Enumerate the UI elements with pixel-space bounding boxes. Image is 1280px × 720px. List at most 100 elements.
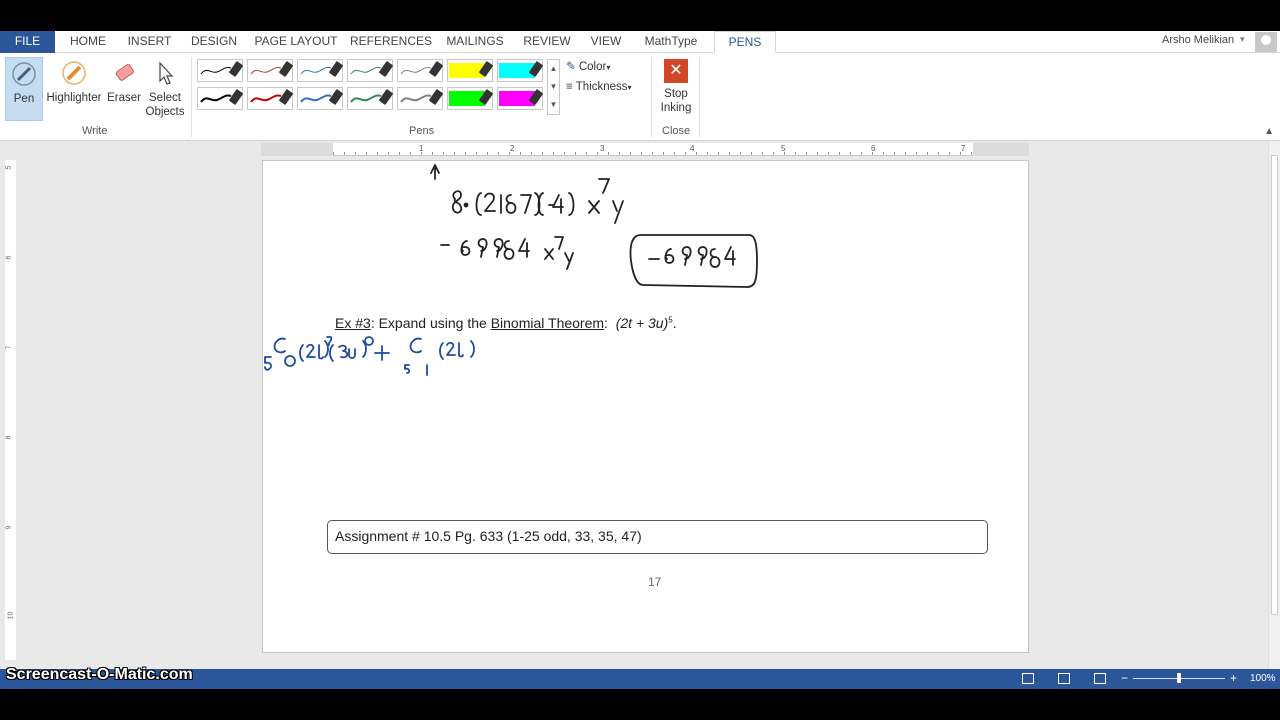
ruler-tick	[586, 152, 587, 155]
pen-swatch[interactable]	[247, 59, 294, 82]
binomial-theorem-link[interactable]: Binomial Theorem	[491, 315, 604, 331]
pen-swatch[interactable]	[497, 87, 544, 110]
ruler-tick	[916, 152, 917, 155]
ruler-tick	[839, 152, 840, 155]
pen-swatch[interactable]	[347, 87, 394, 110]
highlighter-button[interactable]: Highlighter	[44, 57, 104, 121]
pen-button[interactable]: Pen	[5, 57, 43, 121]
page-number: 17	[648, 575, 662, 589]
gallery-scroll[interactable]: ▲ ▼ ▼	[547, 59, 560, 115]
ruler-tick	[366, 152, 367, 155]
ruler-tick	[597, 152, 598, 155]
handwritten-ink	[264, 164, 758, 376]
more-icon[interactable]: ▼	[548, 96, 559, 114]
collapse-ribbon-icon[interactable]: ▲	[1264, 126, 1274, 137]
stop-inking-button[interactable]: ✕ Stop Inking	[655, 57, 697, 125]
pen-swatch[interactable]	[247, 87, 294, 110]
tab-mathtype[interactable]: MathType	[636, 31, 706, 53]
ruler-tick	[421, 152, 422, 155]
ruler-tick	[696, 152, 697, 155]
tab-pens[interactable]: PENS	[714, 31, 776, 53]
ruler-tick	[377, 152, 378, 155]
ruler-tick	[355, 152, 356, 155]
horizontal-ruler: 1 2 3 4 5 6 7	[261, 143, 1029, 156]
ruler-tick	[883, 152, 884, 155]
ruler-tick	[663, 152, 664, 155]
pen-swatch[interactable]	[447, 59, 494, 82]
ruler-tick	[487, 152, 488, 155]
ruler-tick	[399, 152, 400, 155]
ruler-tick	[630, 152, 631, 155]
ruler-tick	[850, 152, 851, 155]
pen-swatch[interactable]	[497, 59, 544, 82]
tab-file[interactable]: FILE	[0, 31, 55, 53]
zoom-level[interactable]: 100%	[1250, 673, 1276, 684]
ruler-tick	[762, 152, 763, 155]
assignment-box: Assignment # 10.5 Pg. 633 (1-25 odd, 33,…	[327, 520, 988, 554]
ruler-tick	[432, 152, 433, 155]
ruler-tick	[751, 152, 752, 155]
select-objects-button[interactable]: Select Objects	[144, 57, 186, 125]
pen-swatch[interactable]	[347, 59, 394, 82]
thickness-button[interactable]: ≡ Thickness▾	[566, 81, 632, 93]
ruler-tick	[806, 152, 807, 155]
tab-design[interactable]: DESIGN	[186, 31, 242, 53]
example-3-heading: Ex #3: Expand using the Binomial Theorem…	[335, 315, 677, 331]
color-button[interactable]: ✎ Color▾	[566, 59, 610, 73]
vertical-scrollbar[interactable]	[1268, 141, 1280, 669]
tab-references[interactable]: REFERENCES	[350, 31, 432, 53]
pen-swatch[interactable]	[297, 59, 344, 82]
ruler-tick	[828, 152, 829, 155]
user-name[interactable]: Arsho Melikian	[1162, 34, 1234, 46]
ruler-tick	[333, 152, 334, 155]
ruler-tick	[784, 152, 785, 155]
ruler-tick	[894, 152, 895, 155]
pen-swatch[interactable]	[297, 87, 344, 110]
tab-review[interactable]: REVIEW	[518, 31, 576, 53]
tab-page-layout[interactable]: PAGE LAYOUT	[251, 31, 341, 53]
ruler-tick	[564, 152, 565, 155]
zoom-slider-thumb[interactable]	[1177, 673, 1181, 683]
eraser-icon	[115, 64, 134, 81]
read-mode-icon[interactable]	[1022, 673, 1034, 684]
chevron-down-icon: ▾	[606, 63, 611, 72]
chevron-down-icon[interactable]: ▾	[1240, 34, 1245, 45]
ruler-tick	[927, 152, 928, 155]
zoom-out-button[interactable]: −	[1121, 671, 1128, 685]
ruler-tick	[553, 152, 554, 155]
pen-swatch[interactable]	[447, 87, 494, 110]
ruler-tick	[685, 152, 686, 155]
document-page[interactable]: Ex #3: Expand using the Binomial Theorem…	[262, 160, 1029, 653]
pen-icon	[12, 62, 36, 86]
avatar[interactable]	[1255, 32, 1277, 52]
ink-black	[430, 164, 758, 288]
pen-swatch[interactable]	[197, 87, 244, 110]
close-icon: ✕	[664, 59, 688, 83]
ex3-colon: :	[604, 315, 608, 331]
eraser-button[interactable]: Eraser	[106, 57, 142, 121]
ruler-tick	[410, 152, 411, 155]
ruler-tick	[443, 152, 444, 155]
scroll-down-icon[interactable]: ▼	[548, 78, 559, 96]
chevron-down-icon: ▾	[627, 83, 632, 92]
pen-gallery	[197, 59, 547, 115]
ruler-tick	[740, 152, 741, 155]
ink-blue	[264, 336, 475, 376]
pen-swatch[interactable]	[397, 59, 444, 82]
scrollbar-thumb[interactable]	[1271, 155, 1278, 615]
tab-home[interactable]: HOME	[62, 31, 114, 53]
tab-mailings[interactable]: MAILINGS	[441, 31, 509, 53]
ruler-tick	[388, 152, 389, 155]
web-layout-icon[interactable]	[1094, 673, 1106, 684]
scroll-up-icon[interactable]: ▲	[548, 60, 559, 78]
ruler-tick	[619, 152, 620, 155]
tab-insert[interactable]: INSERT	[122, 31, 177, 53]
cursor-arrow-icon	[159, 61, 174, 85]
ruler-tick	[674, 152, 675, 155]
pen-swatch[interactable]	[197, 59, 244, 82]
tab-view[interactable]: VIEW	[585, 31, 627, 53]
ex3-period: .	[672, 315, 677, 331]
zoom-in-button[interactable]: +	[1230, 671, 1237, 685]
pen-swatch[interactable]	[397, 87, 444, 110]
print-layout-icon[interactable]	[1058, 673, 1070, 684]
